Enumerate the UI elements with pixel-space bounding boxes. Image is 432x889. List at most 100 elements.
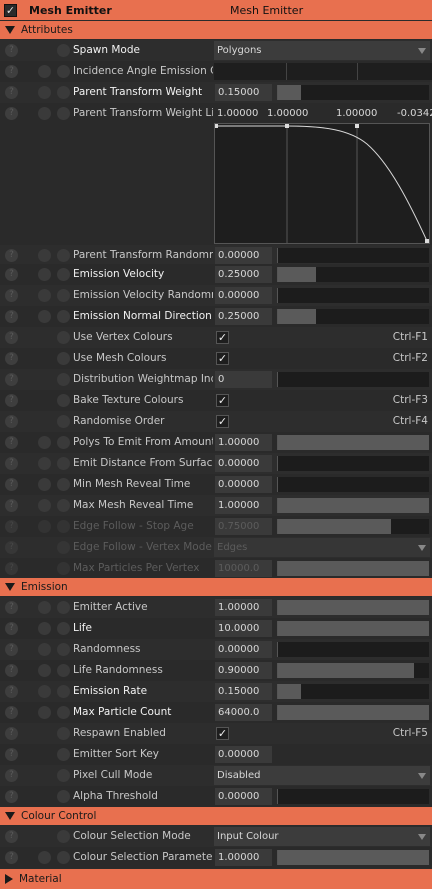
animate-circle-icon[interactable] (38, 851, 51, 864)
link-circle-icon[interactable] (57, 289, 70, 302)
animate-circle-icon[interactable] (38, 622, 51, 635)
emission-rate-slider[interactable] (277, 684, 429, 699)
help-icon[interactable]: ? (5, 622, 18, 635)
bake-texture-checkbox[interactable]: ✓ (216, 394, 229, 407)
link-circle-icon[interactable] (57, 373, 70, 386)
link-circle-icon[interactable] (57, 851, 70, 864)
animate-circle-icon[interactable] (38, 289, 51, 302)
min-reveal-slider[interactable] (277, 477, 429, 492)
curve-key-3[interactable]: 1.00000 (336, 108, 377, 119)
help-icon[interactable]: ? (5, 86, 18, 99)
help-icon[interactable]: ? (5, 331, 18, 344)
use-vertex-colours-checkbox[interactable]: ✓ (216, 331, 229, 344)
colour-selection-param-input[interactable]: 1.00000 (215, 849, 272, 866)
help-icon[interactable]: ? (5, 601, 18, 614)
emit-distance-input[interactable]: 0.00000 (215, 455, 272, 472)
help-icon[interactable]: ? (5, 478, 18, 491)
respawn-enabled-checkbox[interactable]: ✓ (216, 727, 229, 740)
animate-circle-icon[interactable] (38, 643, 51, 656)
emission-velocity-random-input[interactable]: 0.00000 (215, 287, 272, 304)
link-circle-icon[interactable] (57, 107, 70, 120)
animate-circle-icon[interactable] (38, 499, 51, 512)
link-circle-icon[interactable] (57, 352, 70, 365)
link-circle-icon[interactable] (57, 457, 70, 470)
link-circle-icon[interactable] (57, 310, 70, 323)
polys-to-emit-slider[interactable] (277, 435, 429, 450)
max-reveal-input[interactable]: 1.00000 (215, 497, 272, 514)
curve-key-handle[interactable] (285, 124, 289, 128)
link-circle-icon[interactable] (57, 65, 70, 78)
incidence-curve-field[interactable] (214, 63, 432, 80)
use-mesh-colours-checkbox[interactable]: ✓ (216, 352, 229, 365)
emitter-active-slider[interactable] (277, 600, 429, 615)
link-circle-icon[interactable] (57, 790, 70, 803)
randomness-input[interactable]: 0.00000 (215, 641, 272, 658)
animate-circle-icon[interactable] (38, 457, 51, 470)
polys-to-emit-input[interactable]: 1.00000 (215, 434, 272, 451)
link-circle-icon[interactable] (57, 268, 70, 281)
help-icon[interactable]: ? (5, 541, 18, 554)
link-circle-icon[interactable] (57, 249, 70, 262)
parent-weight-slider[interactable] (277, 85, 429, 100)
curve-editor[interactable] (214, 123, 430, 244)
randomness-slider[interactable] (277, 642, 429, 657)
min-reveal-input[interactable]: 0.00000 (215, 476, 272, 493)
help-icon[interactable]: ? (5, 249, 18, 262)
link-circle-icon[interactable] (57, 394, 70, 407)
help-icon[interactable]: ? (5, 643, 18, 656)
link-circle-icon[interactable] (57, 541, 70, 554)
emitter-sort-key-input[interactable]: 0.00000 (215, 746, 272, 763)
help-icon[interactable]: ? (5, 394, 18, 407)
help-icon[interactable]: ? (5, 310, 18, 323)
animate-circle-icon[interactable] (38, 478, 51, 491)
help-icon[interactable]: ? (5, 685, 18, 698)
colour-selection-mode-dropdown[interactable]: Input Colour (214, 827, 430, 846)
max-particle-count-slider[interactable] (277, 705, 429, 720)
help-icon[interactable]: ? (5, 562, 18, 575)
link-circle-icon[interactable] (57, 601, 70, 614)
help-icon[interactable]: ? (5, 851, 18, 864)
animate-circle-icon[interactable] (38, 685, 51, 698)
link-circle-icon[interactable] (57, 748, 70, 761)
emission-normal-input[interactable]: 0.25000 (215, 308, 272, 325)
help-icon[interactable]: ? (5, 289, 18, 302)
emission-velocity-slider[interactable] (277, 267, 429, 282)
link-circle-icon[interactable] (57, 664, 70, 677)
animate-circle-icon[interactable] (38, 310, 51, 323)
edge-stop-age-input[interactable]: 0.75000 (215, 518, 272, 535)
curve-key-2[interactable]: 1.00000 (267, 108, 308, 119)
alpha-threshold-slider[interactable] (277, 789, 429, 804)
pixel-cull-mode-dropdown[interactable]: Disabled (214, 766, 430, 785)
emission-velocity-input[interactable]: 0.25000 (215, 266, 272, 283)
link-circle-icon[interactable] (57, 499, 70, 512)
emitter-active-input[interactable]: 1.00000 (215, 599, 272, 616)
animate-circle-icon[interactable] (38, 65, 51, 78)
link-circle-icon[interactable] (57, 44, 70, 57)
curve-key-handle[interactable] (214, 124, 218, 128)
help-icon[interactable]: ? (5, 457, 18, 470)
alpha-threshold-input[interactable]: 0.00000 (215, 788, 272, 805)
help-icon[interactable]: ? (5, 44, 18, 57)
help-icon[interactable]: ? (5, 706, 18, 719)
help-icon[interactable]: ? (5, 373, 18, 386)
curve-key-4[interactable]: -0.0342 (397, 108, 432, 119)
link-circle-icon[interactable] (57, 830, 70, 843)
animate-circle-icon[interactable] (38, 664, 51, 677)
link-circle-icon[interactable] (57, 622, 70, 635)
animate-circle-icon[interactable] (38, 249, 51, 262)
animate-circle-icon[interactable] (38, 107, 51, 120)
edge-vertex-mode-dropdown[interactable]: Edges (214, 538, 430, 557)
edge-stop-age-slider[interactable] (277, 519, 429, 534)
link-circle-icon[interactable] (57, 86, 70, 99)
help-icon[interactable]: ? (5, 790, 18, 803)
parent-random-input[interactable]: 0.00000 (215, 247, 272, 264)
life-randomness-input[interactable]: 0.90000 (215, 662, 272, 679)
help-icon[interactable]: ? (5, 65, 18, 78)
life-input[interactable]: 10.0000 (215, 620, 272, 637)
help-icon[interactable]: ? (5, 769, 18, 782)
help-icon[interactable]: ? (5, 107, 18, 120)
spawn-mode-dropdown[interactable]: Polygons (214, 41, 430, 60)
parent-random-slider[interactable] (277, 248, 429, 263)
max-reveal-slider[interactable] (277, 498, 429, 513)
help-icon[interactable]: ? (5, 727, 18, 740)
